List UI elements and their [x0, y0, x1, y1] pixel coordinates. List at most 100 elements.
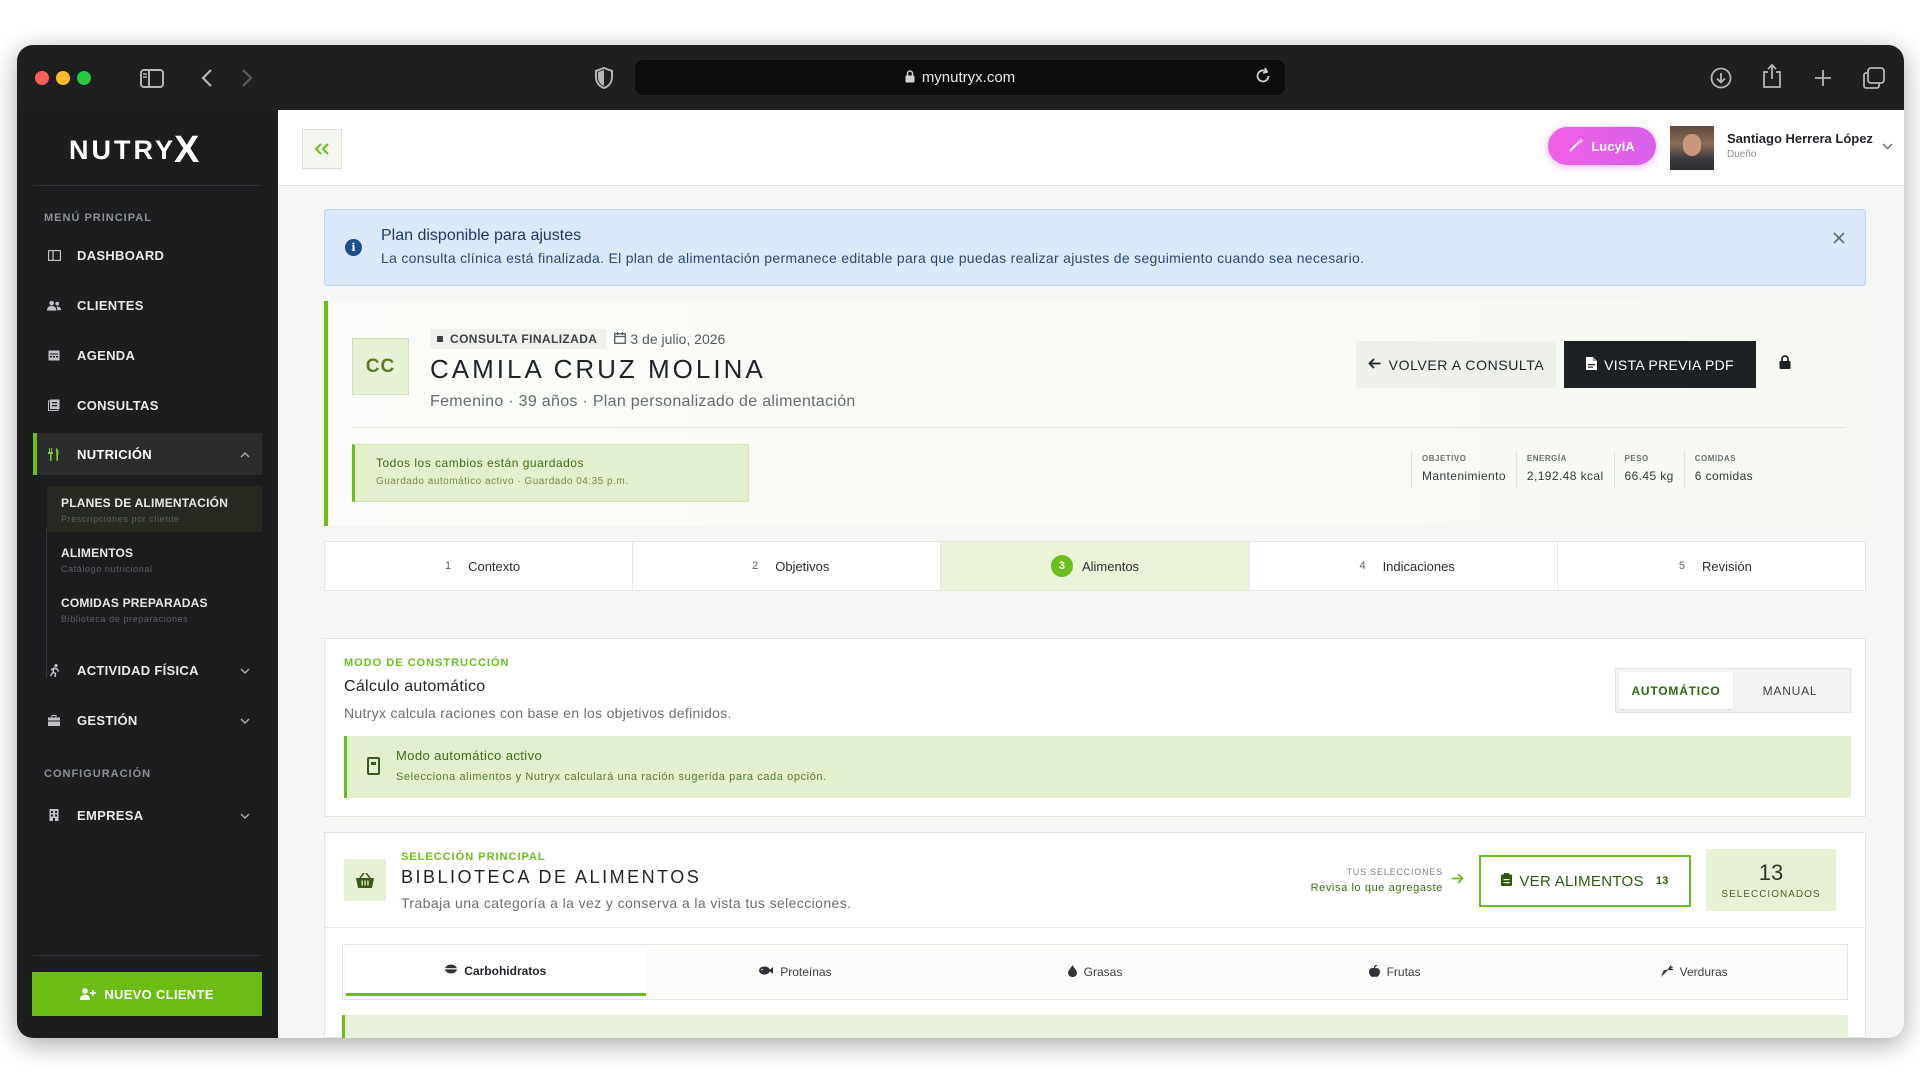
library-kicker: SELECCIÓN PRINCIPAL: [401, 851, 546, 863]
alert-text: La consulta clínica está finalizada. El …: [381, 250, 1365, 266]
shield-icon[interactable]: [590, 64, 618, 92]
mode-auto-option[interactable]: AUTOMÁTICO: [1619, 672, 1733, 709]
step-label: Indicaciones: [1382, 558, 1455, 574]
running-icon: [47, 663, 61, 677]
chevron-down-icon: [240, 663, 250, 677]
fish-icon: [759, 966, 774, 978]
step-objetivos[interactable]: 2 Objetivos: [633, 542, 942, 590]
chevron-up-icon: [240, 447, 250, 461]
stat-value: 6 comidas: [1694, 469, 1754, 483]
address-bar[interactable]: mynutryx.com: [635, 60, 1285, 95]
patient-name: CAMILA CRUZ MOLINA: [430, 354, 766, 384]
sidebar-item-label: ACTIVIDAD FÍSICA: [77, 662, 199, 678]
lucyia-button[interactable]: LucyIA: [1548, 127, 1656, 165]
arrow-right-icon[interactable]: [1451, 871, 1464, 888]
saved-status: Todos los cambios están guardados Guarda…: [352, 444, 749, 502]
forward-icon[interactable]: [233, 64, 261, 92]
step-alimentos[interactable]: 3 Alimentos: [941, 542, 1250, 590]
step-contexto[interactable]: 1 Contexto: [325, 542, 634, 590]
tab-carbohidratos[interactable]: Carbohidratos: [346, 948, 646, 996]
back-icon[interactable]: [193, 64, 221, 92]
sidebar-item-dashboard[interactable]: DASHBOARD: [33, 234, 262, 276]
view-foods-label: VER ALIMENTOS: [1519, 872, 1644, 890]
tab-proteinas[interactable]: Proteínas: [646, 948, 946, 996]
lock-icon: [905, 69, 915, 86]
stat-comidas: COMIDAS 6 comidas: [1683, 451, 1763, 489]
step-label: Revisión: [1701, 558, 1752, 574]
calculator-icon: [367, 757, 380, 775]
close-icon[interactable]: [1833, 228, 1845, 249]
sidebar-item-nutricion[interactable]: NUTRICIÓN: [33, 433, 262, 475]
sidebar-toggle-icon[interactable]: [138, 64, 166, 92]
avatar[interactable]: [1670, 126, 1714, 170]
sidebar-subitem-alimentos[interactable]: ALIMENTOS Catálogo nutricional: [47, 536, 262, 582]
drop-icon: [1067, 964, 1077, 980]
collapse-sidebar-button[interactable]: [302, 129, 342, 169]
status-text: CONSULTA FINALIZADA: [450, 332, 598, 346]
reload-icon[interactable]: [1255, 67, 1271, 89]
new-tab-icon[interactable]: [1809, 64, 1837, 92]
tab-frutas[interactable]: Frutas: [1245, 948, 1545, 996]
sidebar-item-label: AGENDA: [77, 347, 136, 363]
auto-mode-subtitle: Selecciona alimentos y Nutryx calculará …: [396, 771, 827, 783]
sidebar-item-gestion[interactable]: GESTIÓN: [33, 699, 262, 741]
tabs-overview-icon[interactable]: [1860, 64, 1888, 92]
step-indicaciones[interactable]: 4 Indicaciones: [1250, 542, 1558, 590]
download-icon[interactable]: [1707, 64, 1735, 92]
back-to-consultation-button[interactable]: VOLVER A CONSULTA: [1356, 341, 1556, 388]
double-chevron-left-icon: [314, 138, 330, 161]
chevron-down-icon: [240, 808, 250, 822]
selected-count: 13: [1758, 860, 1784, 885]
mode-manual-option[interactable]: MANUAL: [1733, 672, 1847, 709]
new-client-button[interactable]: NUEVO CLIENTE: [32, 972, 262, 1016]
user-name[interactable]: Santiago Herrera López: [1727, 131, 1873, 146]
clipboard-icon: [1501, 873, 1513, 889]
info-icon: i: [345, 239, 362, 256]
stat-energia: ENERGÍA 2,192.48 kcal: [1515, 451, 1614, 489]
stat-label: COMIDAS: [1694, 454, 1737, 463]
sidebar-item-actividad[interactable]: ACTIVIDAD FÍSICA: [33, 649, 262, 691]
lock-plan-button[interactable]: [1768, 347, 1802, 381]
calendar-icon: [47, 348, 61, 362]
sidebar-item-agenda[interactable]: AGENDA: [33, 334, 262, 376]
url-text: mynutryx.com: [921, 69, 1016, 86]
your-selections-link[interactable]: TUS SELECCIONES Revisa lo que agregaste: [1278, 867, 1443, 894]
browser-toolbar: mynutryx.com: [17, 45, 1904, 110]
stat-label: ENERGÍA: [1526, 454, 1567, 463]
pdf-preview-button[interactable]: VISTA PREVIA PDF: [1564, 341, 1756, 388]
tab-label: Carbohidratos: [464, 963, 547, 978]
selected-count-box: 13 SELECCIONADOS: [1706, 849, 1836, 911]
pdf-button-label: VISTA PREVIA PDF: [1604, 356, 1734, 373]
sidebar-item-label: EMPRESA: [77, 807, 144, 823]
main-content: LucyIA Santiago Herrera López Dueño i Pl…: [278, 110, 1904, 1038]
subitem-caption: Biblioteca de preparaciones: [61, 614, 189, 624]
minimize-window-button[interactable]: [56, 71, 70, 85]
food-library-panel: SELECCIÓN PRINCIPAL BIBLIOTECA DE ALIMEN…: [324, 832, 1866, 1038]
nutryx-logo[interactable]: NUTRY X: [69, 129, 229, 171]
share-icon[interactable]: [1758, 62, 1786, 90]
divider: [33, 955, 262, 956]
build-kicker: MODO DE CONSTRUCCIÓN: [344, 657, 510, 669]
sidebar-item-consultas[interactable]: CONSULTAS: [33, 384, 262, 426]
library-description: Trabaja una categoría a la vez y conserv…: [401, 895, 852, 911]
tab-verduras[interactable]: Verduras: [1544, 948, 1844, 996]
maximize-window-button[interactable]: [77, 71, 91, 85]
sidebar-item-label: CLIENTES: [77, 297, 144, 313]
sidebar-subitem-planes[interactable]: PLANES DE ALIMENTACIÓN Prescripciones po…: [47, 486, 262, 532]
food-category-tabs: Carbohidratos Proteínas Grasas Frutas Ve…: [342, 944, 1848, 1000]
step-number: 3: [1050, 555, 1073, 577]
sidebar-item-clientes[interactable]: CLIENTES: [33, 284, 262, 326]
info-alert: i Plan disponible para ajustes La consul…: [324, 209, 1866, 286]
view-foods-button[interactable]: VER ALIMENTOS 13: [1479, 855, 1691, 907]
step-revision[interactable]: 5 Revisión: [1558, 542, 1865, 590]
utensils-icon: [47, 447, 61, 461]
close-window-button[interactable]: [35, 71, 49, 85]
briefcase-icon: [47, 713, 61, 727]
tab-grasas[interactable]: Grasas: [945, 948, 1245, 996]
sidebar-item-empresa[interactable]: EMPRESA: [33, 794, 262, 836]
arrow-left-icon: [1367, 356, 1381, 373]
auto-mode-notice: Modo automático activo Selecciona alimen…: [344, 736, 1851, 798]
your-selections-label: TUS SELECCIONES: [1346, 867, 1443, 877]
chevron-down-icon[interactable]: [1882, 139, 1893, 153]
sidebar-subitem-comidas[interactable]: COMIDAS PREPARADAS Biblioteca de prepara…: [47, 586, 262, 632]
